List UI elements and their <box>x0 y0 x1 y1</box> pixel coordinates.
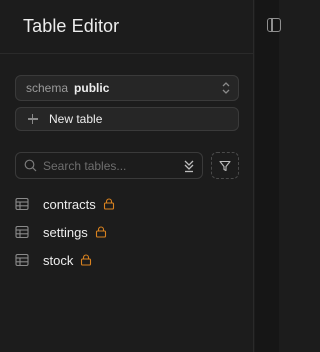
lock-icon <box>95 226 106 238</box>
search-icon <box>24 159 37 172</box>
lock-icon <box>103 198 114 210</box>
table-item-stock[interactable]: stock <box>15 246 239 274</box>
table-icon <box>15 197 29 211</box>
sidebar-header: Table Editor <box>0 0 253 54</box>
table-icon <box>15 253 29 267</box>
table-editor-sidebar: Table Editor schema public New table Sea… <box>0 0 254 352</box>
sort-icon[interactable] <box>183 159 195 173</box>
chevron-up-down-icon <box>222 82 230 94</box>
schema-value: public <box>74 81 110 95</box>
schema-label: schema <box>26 81 69 95</box>
filter-icon <box>219 160 231 171</box>
table-icon <box>15 225 29 239</box>
panel-collapse-icon[interactable] <box>267 18 281 32</box>
search-input[interactable] <box>43 158 173 173</box>
new-table-label: New table <box>49 112 103 126</box>
table-item-settings[interactable]: settings <box>15 218 239 246</box>
table-name: contracts <box>43 196 96 212</box>
plus-icon <box>28 114 38 124</box>
page-title: Table Editor <box>23 16 120 36</box>
schema-selector[interactable]: schema public <box>15 75 239 101</box>
filter-button[interactable] <box>211 152 239 179</box>
search-tables <box>15 152 203 179</box>
content-panel <box>255 0 281 352</box>
table-name: stock <box>43 252 74 268</box>
table-item-contracts[interactable]: contracts <box>15 190 239 218</box>
table-name: settings <box>43 224 88 240</box>
new-table-button[interactable]: New table <box>15 107 239 131</box>
lock-icon <box>81 254 92 266</box>
table-list: contracts settings stock <box>15 190 239 274</box>
